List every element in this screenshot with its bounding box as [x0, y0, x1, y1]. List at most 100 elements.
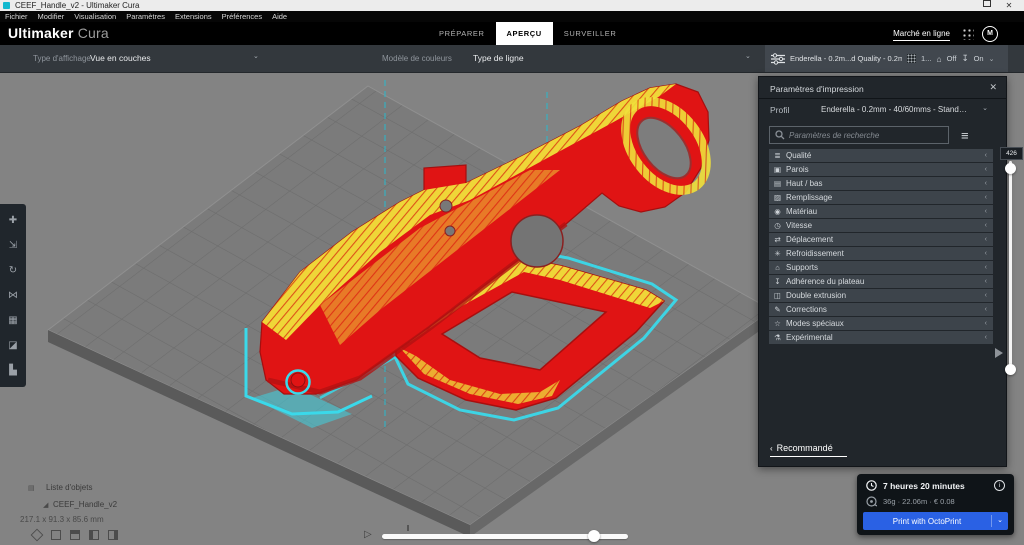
tab-apercu[interactable]: APERÇU: [496, 22, 553, 45]
expand-panel-arrow[interactable]: [995, 348, 1003, 358]
top-view-icon[interactable]: [70, 530, 80, 540]
simulation-play-icon[interactable]: ▷: [364, 529, 372, 540]
print-job-panel: 7 heures 20 minutes i 36g · 22.06m · € 0…: [857, 474, 1014, 535]
chevron-down-icon[interactable]: [745, 52, 751, 60]
chevron-icon: [985, 236, 987, 243]
chevron-down-icon[interactable]: [982, 104, 988, 112]
category-label: Adhérence du plateau: [786, 277, 985, 286]
settings-category-parois[interactable]: ▣Parois: [769, 163, 993, 176]
tab-preparer[interactable]: PRÉPARER: [428, 22, 496, 45]
cooling-icon: ✳: [769, 249, 786, 258]
info-icon[interactable]: i: [994, 480, 1005, 491]
adhesion-icon: ↧: [769, 277, 786, 286]
close-window-button[interactable]: ✕: [1002, 0, 1016, 11]
search-input[interactable]: [789, 131, 943, 140]
rotate-tool[interactable]: ↻: [0, 258, 26, 283]
menu-modifier[interactable]: Modifier: [33, 11, 70, 22]
settings-category-corrections[interactable]: ✎Corrections: [769, 303, 993, 316]
adhesion-value: On: [974, 54, 984, 63]
scale-tool[interactable]: ⇲: [0, 233, 26, 258]
color-scheme-dropdown[interactable]: Type de ligne: [473, 53, 524, 63]
mesh-tools-tool[interactable]: ▙: [0, 358, 26, 383]
layer-slider-upper-handle[interactable]: [1005, 163, 1016, 174]
settings-category-list: ≣Qualité▣Parois▤Haut / bas▨Remplissage◉M…: [769, 149, 993, 345]
menu-extensions[interactable]: Extensions: [170, 11, 217, 22]
print-setup-summary[interactable]: Enderella - 0.2m...d Quality - 0.2mm 1..…: [765, 45, 1008, 72]
category-label: Supports: [786, 263, 985, 272]
menu-parametres[interactable]: Paramètres: [121, 11, 170, 22]
layer-slider-track[interactable]: [1009, 161, 1012, 374]
app-switcher-icon[interactable]: [962, 28, 974, 40]
settings-category-double-extrusion[interactable]: ◫Double extrusion: [769, 289, 993, 302]
right-view-icon[interactable]: [108, 530, 118, 540]
profile-dropdown[interactable]: Enderella - 0.2mm - 40/60mms - Standard …: [821, 105, 969, 114]
profile-row: Profil Enderella - 0.2mm - 40/60mms - St…: [759, 98, 1006, 123]
settings-menu-icon[interactable]: ≡: [961, 129, 969, 142]
recommended-back-link[interactable]: ‹Recommandé: [770, 443, 847, 457]
search-row: ≡: [759, 123, 1006, 147]
speed-icon: ◷: [769, 221, 786, 230]
settings-category-adherence-du-plateau[interactable]: ↧Adhérence du plateau: [769, 275, 993, 288]
settings-category-supports[interactable]: ⌂Supports: [769, 261, 993, 274]
quality-icon: ≣: [769, 151, 786, 160]
move-tool[interactable]: ✚: [0, 208, 26, 233]
account-avatar[interactable]: M: [982, 26, 998, 42]
print-with-octoprint-button[interactable]: Print with OctoPrint: [863, 512, 1008, 530]
object-list-model-item[interactable]: CEEF_Handle_v2: [53, 500, 117, 509]
support-blocker-tool[interactable]: ◪: [0, 333, 26, 358]
settings-category-qualite[interactable]: ≣Qualité: [769, 149, 993, 162]
category-label: Qualité: [786, 151, 985, 160]
mirror-tool[interactable]: ⋈: [0, 283, 26, 308]
menu-aide[interactable]: Aide: [267, 11, 292, 22]
chevron-down-icon[interactable]: [991, 515, 1008, 527]
profile-summary-text: Enderella - 0.2m...d Quality - 0.2mm: [790, 54, 902, 63]
category-label: Déplacement: [786, 235, 985, 244]
chevron-icon: [985, 208, 987, 215]
chevron-icon: [985, 320, 987, 327]
clock-icon: [866, 480, 877, 491]
close-icon[interactable]: ✕: [989, 77, 997, 98]
layer-slider-lower-handle[interactable]: [1005, 364, 1016, 375]
top-bottom-icon: ▤: [769, 179, 786, 188]
settings-category-haut-bas[interactable]: ▤Haut / bas: [769, 177, 993, 190]
front-view-icon[interactable]: [51, 530, 61, 540]
display-type-dropdown[interactable]: Vue en couches: [90, 53, 151, 63]
settings-category-experimental[interactable]: ⚗Expérimental: [769, 331, 993, 344]
settings-category-deplacement[interactable]: ⇄Déplacement: [769, 233, 993, 246]
3d-view-icon[interactable]: [31, 529, 44, 542]
category-label: Haut / bas: [786, 179, 985, 188]
category-label: Refroidissement: [786, 249, 985, 258]
object-list-toggle[interactable]: Liste d'objets: [46, 483, 92, 492]
chevron-down-icon[interactable]: [253, 52, 259, 60]
marketplace-button[interactable]: Marché en ligne: [893, 29, 950, 41]
material-usage: 36g · 22.06m · € 0.08: [883, 497, 955, 506]
walls-icon: ▣: [769, 165, 786, 174]
settings-category-refroidissement[interactable]: ✳Refroidissement: [769, 247, 993, 260]
menu-fichier[interactable]: Fichier: [0, 11, 33, 22]
settings-category-materiau[interactable]: ◉Matériau: [769, 205, 993, 218]
settings-category-modes-speciaux[interactable]: ☆Modes spéciaux: [769, 317, 993, 330]
profile-label: Profil: [770, 105, 789, 115]
settings-category-remplissage[interactable]: ▨Remplissage: [769, 191, 993, 204]
menu-visualisation[interactable]: Visualisation: [69, 11, 121, 22]
chevron-icon: [985, 166, 987, 173]
path-slider-handle[interactable]: [588, 530, 600, 542]
menu-preferences[interactable]: Préférences: [217, 11, 267, 22]
settings-panel-header: Paramètres d'impression ✕: [759, 77, 1006, 99]
experimental-icon: ⚗: [769, 333, 786, 342]
color-scheme-label: Modèle de couleurs: [382, 54, 452, 63]
chevron-icon: [985, 180, 987, 187]
chevron-icon: [985, 292, 987, 299]
model-cylinder-part: [291, 373, 305, 387]
support-icon: ⌂: [936, 54, 941, 64]
dual-extrusion-icon: ◫: [769, 291, 786, 300]
settings-search-box[interactable]: [769, 126, 949, 144]
restore-window-button[interactable]: [980, 0, 994, 11]
settings-category-vitesse[interactable]: ◷Vitesse: [769, 219, 993, 232]
per-model-settings-tool[interactable]: ▦: [0, 308, 26, 333]
menu-bar: FichierModifierVisualisationParamètresEx…: [0, 11, 1024, 22]
support-icon: ⌂: [769, 263, 786, 272]
tab-surveiller[interactable]: SURVEILLER: [553, 22, 628, 45]
special-modes-icon: ☆: [769, 319, 786, 328]
left-view-icon[interactable]: [89, 530, 99, 540]
